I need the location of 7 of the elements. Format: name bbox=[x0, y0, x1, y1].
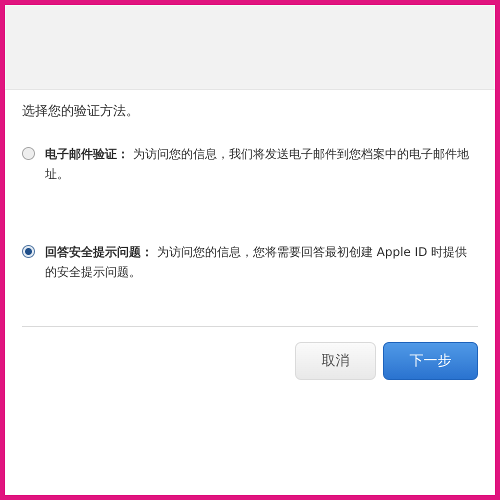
radio-button[interactable] bbox=[22, 147, 35, 160]
instruction-text: 选择您的验证方法。 bbox=[22, 103, 140, 121]
cancel-button[interactable]: 取消 bbox=[295, 342, 376, 380]
next-button[interactable]: 下一步 bbox=[383, 342, 478, 380]
option-text: 回答安全提示问题： 为访问您的信息，您将需要回答最初创建 Apple ID 时提供的安全提示问题。 bbox=[45, 244, 468, 281]
radio-button[interactable] bbox=[22, 245, 35, 258]
option-text: 电子邮件验证： 为访问您的信息，我们将发送电子邮件到您档案中的电子邮件地址。 bbox=[45, 146, 470, 183]
